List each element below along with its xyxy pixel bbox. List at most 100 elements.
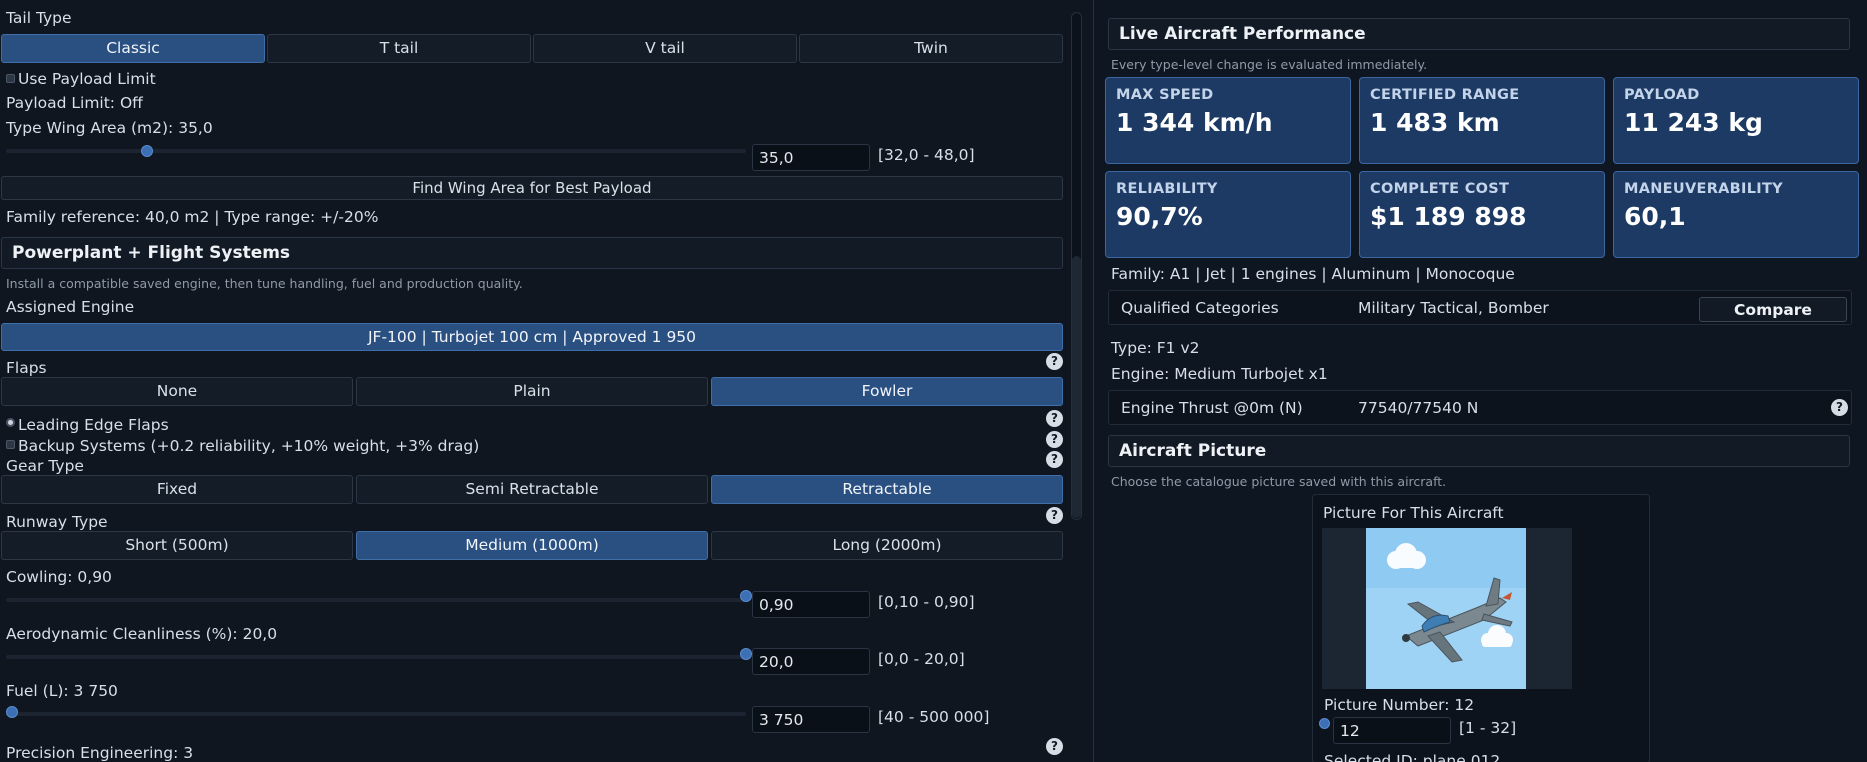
aircraft-type-editor: Tail Type Classic T tail V tail Twin Use… xyxy=(0,0,1065,762)
gear-option-fixed[interactable]: Fixed xyxy=(1,475,353,504)
complete-cost-card: COMPLETE COST $1 189 898 xyxy=(1359,171,1605,258)
backup-systems-help-icon[interactable]: ? xyxy=(1046,431,1063,448)
cowling-range: [0,10 - 0,90] xyxy=(878,593,975,611)
maneuverability-card: MANEUVERABILITY 60,1 xyxy=(1613,171,1859,258)
gear-option-semi-retractable[interactable]: Semi Retractable xyxy=(356,475,708,504)
aero-cleanliness-range: [0,0 - 20,0] xyxy=(878,650,965,668)
reliability-value: 90,7% xyxy=(1116,202,1203,231)
tail-type-label: Tail Type xyxy=(6,9,72,27)
qualified-categories-value: Military Tactical, Bomber xyxy=(1358,299,1549,317)
runway-type-label: Runway Type xyxy=(6,513,108,531)
wing-area-label: Type Wing Area (m2): 35,0 xyxy=(6,119,213,137)
compare-button[interactable]: Compare xyxy=(1699,297,1847,322)
backup-systems-label: Backup Systems (+0.2 reliability, +10% w… xyxy=(18,437,480,455)
tail-option-v-tail[interactable]: V tail xyxy=(533,34,797,63)
max-speed-label: MAX SPEED xyxy=(1116,87,1214,103)
use-payload-limit-checkbox[interactable] xyxy=(6,74,15,83)
gear-type-help-icon[interactable]: ? xyxy=(1046,451,1063,468)
picture-box-title: Picture For This Aircraft xyxy=(1323,504,1504,522)
aero-cleanliness-label: Aerodynamic Cleanliness (%): 20,0 xyxy=(6,625,278,643)
leading-edge-flaps-toggle[interactable] xyxy=(6,418,15,427)
precision-engineering-help-icon[interactable]: ? xyxy=(1046,738,1063,755)
maneuverability-value: 60,1 xyxy=(1624,202,1686,231)
fuel-range: [40 - 500 000] xyxy=(878,708,990,726)
runway-option-long[interactable]: Long (2000m) xyxy=(711,531,1063,560)
picture-number-input[interactable]: 12 xyxy=(1333,717,1451,744)
maneuverability-label: MANEUVERABILITY xyxy=(1624,181,1783,197)
flaps-option-none[interactable]: None xyxy=(1,377,353,406)
qualified-categories-row: Qualified Categories Military Tactical, … xyxy=(1108,290,1852,325)
tail-option-classic[interactable]: Classic xyxy=(1,34,265,63)
leading-edge-flaps-label: Leading Edge Flaps xyxy=(18,416,169,434)
flaps-option-plain[interactable]: Plain xyxy=(356,377,708,406)
aero-cleanliness-input[interactable]: 20,0 xyxy=(752,648,870,675)
flaps-option-fowler[interactable]: Fowler xyxy=(711,377,1063,406)
engine-thrust-label: Engine Thrust @0m (N) xyxy=(1121,399,1303,417)
precision-engineering-label: Precision Engineering: 3 xyxy=(6,744,194,762)
payload-label: PAYLOAD xyxy=(1624,87,1700,103)
cowling-slider[interactable] xyxy=(6,598,746,602)
complete-cost-value: $1 189 898 xyxy=(1370,202,1527,231)
payload-value: 11 243 kg xyxy=(1624,108,1763,137)
tail-option-t-tail[interactable]: T tail xyxy=(267,34,531,63)
powerplant-section-title: Powerplant + Flight Systems xyxy=(1,237,1063,269)
fuel-slider[interactable] xyxy=(6,712,746,716)
wing-area-slider[interactable] xyxy=(6,149,746,153)
picture-number-label: Picture Number: 12 xyxy=(1324,696,1475,714)
assigned-engine-select[interactable]: JF-100 | Turbojet 100 cm | Approved 1 95… xyxy=(1,323,1063,351)
certified-range-value: 1 483 km xyxy=(1370,108,1500,137)
max-speed-value: 1 344 km/h xyxy=(1116,108,1273,137)
engine-thrust-row: Engine Thrust @0m (N) 77540/77540 N ? xyxy=(1108,390,1852,425)
wing-area-slider-knob[interactable] xyxy=(140,145,153,157)
aero-cleanliness-slider[interactable] xyxy=(6,655,746,659)
max-speed-card: MAX SPEED 1 344 km/h xyxy=(1105,77,1351,164)
picture-number-range: [1 - 32] xyxy=(1459,719,1517,737)
cowling-slider-knob[interactable] xyxy=(740,590,752,602)
backup-systems-checkbox[interactable] xyxy=(6,440,15,449)
fuel-input[interactable]: 3 750 xyxy=(752,706,870,733)
engine-thrust-value: 77540/77540 N xyxy=(1358,399,1479,417)
performance-subtitle: Every type-level change is evaluated imm… xyxy=(1111,57,1428,72)
qualified-categories-label: Qualified Categories xyxy=(1121,299,1279,317)
performance-title: Live Aircraft Performance xyxy=(1108,18,1850,50)
leading-edge-help-icon[interactable]: ? xyxy=(1046,410,1063,427)
picture-number-slider-knob[interactable] xyxy=(1319,718,1330,729)
runway-type-help-icon[interactable]: ? xyxy=(1046,507,1063,524)
left-scrollbar-thumb[interactable] xyxy=(1072,256,1081,518)
wing-area-range: [32,0 - 48,0] xyxy=(878,146,975,164)
aircraft-picture-subtitle: Choose the catalogue picture saved with … xyxy=(1111,474,1447,489)
tail-option-twin[interactable]: Twin xyxy=(799,34,1063,63)
picture-frame xyxy=(1322,528,1572,689)
gear-type-label: Gear Type xyxy=(6,457,84,475)
reliability-card: RELIABILITY 90,7% xyxy=(1105,171,1351,258)
engine-thrust-help-icon[interactable]: ? xyxy=(1831,399,1848,416)
assigned-engine-label: Assigned Engine xyxy=(6,298,135,316)
payload-card: PAYLOAD 11 243 kg xyxy=(1613,77,1859,164)
aircraft-image xyxy=(1366,528,1526,689)
cowling-input[interactable]: 0,90 xyxy=(752,591,870,618)
certified-range-label: CERTIFIED RANGE xyxy=(1370,87,1520,103)
aero-cleanliness-slider-knob[interactable] xyxy=(740,648,752,660)
wing-area-input[interactable]: 35,0 xyxy=(752,144,870,171)
complete-cost-label: COMPLETE COST xyxy=(1370,181,1510,197)
selected-picture-id: Selected ID: plane 012 xyxy=(1324,752,1501,762)
runway-option-short[interactable]: Short (500m) xyxy=(1,531,353,560)
fuel-slider-knob[interactable] xyxy=(5,706,18,718)
gear-option-retractable[interactable]: Retractable xyxy=(711,475,1063,504)
engine-text: Engine: Medium Turbojet x1 xyxy=(1111,365,1328,383)
use-payload-limit-label: Use Payload Limit xyxy=(18,70,156,88)
type-text: Type: F1 v2 xyxy=(1111,339,1200,357)
payload-limit-status: Payload Limit: Off xyxy=(6,94,143,112)
live-performance-panel: Live Aircraft Performance Every type-lev… xyxy=(1093,0,1867,762)
find-wing-area-button[interactable]: Find Wing Area for Best Payload xyxy=(1,176,1063,200)
flaps-help-icon[interactable]: ? xyxy=(1046,353,1063,370)
cowling-label: Cowling: 0,90 xyxy=(6,568,112,586)
aircraft-picture-title: Aircraft Picture xyxy=(1108,435,1850,467)
picture-box: Picture For This Aircraft Picture Number… xyxy=(1312,494,1650,762)
flaps-label: Flaps xyxy=(6,359,47,377)
family-summary: Family: A1 | Jet | 1 engines | Aluminum … xyxy=(1111,265,1515,283)
reliability-label: RELIABILITY xyxy=(1116,181,1218,197)
fuel-label: Fuel (L): 3 750 xyxy=(6,682,118,700)
runway-option-medium[interactable]: Medium (1000m) xyxy=(356,531,708,560)
family-reference-text: Family reference: 40,0 m2 | Type range: … xyxy=(6,208,379,226)
